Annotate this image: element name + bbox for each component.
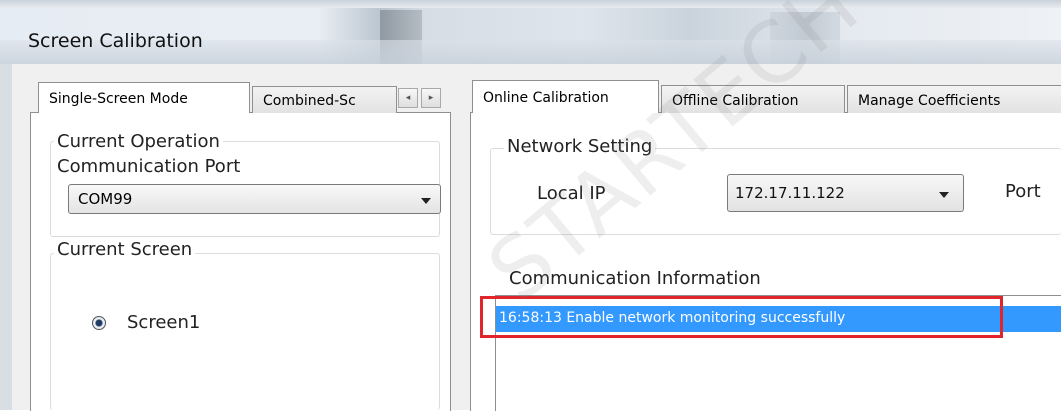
communication-port-label: Communication Port bbox=[54, 156, 244, 177]
port-label: Port bbox=[1005, 181, 1041, 202]
current-screen-label: Current Screen bbox=[54, 239, 196, 260]
tab-online-calibration[interactable]: Online Calibration bbox=[472, 80, 659, 113]
tab-single-screen-mode[interactable]: Single-Screen Mode bbox=[38, 82, 250, 113]
tab-combined-screen-mode[interactable]: Combined-Sc bbox=[252, 86, 397, 113]
chevron-left-icon[interactable]: ◂ bbox=[398, 88, 418, 108]
communication-port-value: COM99 bbox=[78, 190, 133, 208]
local-ip-value: 172.17.11.122 bbox=[735, 184, 845, 202]
screen1-radio-label[interactable]: Screen1 bbox=[127, 312, 200, 333]
window-title: Screen Calibration bbox=[28, 30, 203, 52]
chevron-down-icon[interactable] bbox=[421, 198, 431, 204]
current-screen-group bbox=[50, 253, 440, 410]
tab-manage-coefficients[interactable]: Manage Coefficients bbox=[847, 85, 1061, 113]
window-border bbox=[0, 64, 12, 410]
highlight-annotation-box bbox=[480, 296, 1003, 338]
screen1-radio[interactable] bbox=[92, 316, 106, 330]
chevron-down-icon[interactable] bbox=[939, 192, 949, 198]
chevron-right-icon[interactable]: ▸ bbox=[421, 88, 441, 108]
current-operation-label: Current Operation bbox=[54, 131, 223, 152]
